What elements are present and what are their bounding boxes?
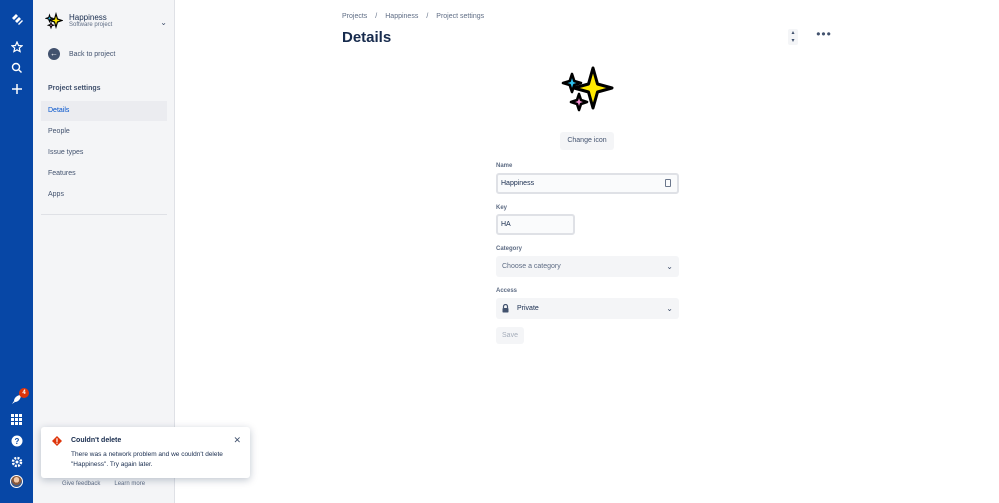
jira-logo-icon[interactable] <box>6 8 27 29</box>
help-icon[interactable]: ? <box>6 430 27 451</box>
category-select[interactable]: Choose a category ⌄ <box>496 256 679 277</box>
plus-icon[interactable] <box>6 78 27 99</box>
breadcrumb-projects[interactable]: Projects <box>342 13 367 20</box>
name-value: Happiness <box>501 180 535 187</box>
project-type: Software project <box>69 22 113 28</box>
sidebar-item-features[interactable]: Features <box>41 164 167 184</box>
breadcrumb-separator: / <box>375 13 378 20</box>
access-label: Access <box>496 288 518 294</box>
key-field[interactable]: HA <box>496 214 575 235</box>
page-title: Details <box>342 29 392 46</box>
project-switcher[interactable]: Happiness Software project ⌄ <box>45 12 167 34</box>
avatar[interactable] <box>10 475 23 488</box>
category-placeholder: Choose a category <box>502 263 561 270</box>
more-icon[interactable]: ••• <box>815 28 833 42</box>
sidebar-item-people[interactable]: People <box>41 122 167 142</box>
search-icon[interactable] <box>6 57 27 78</box>
sidebar-footer: Give feedback Learn more <box>62 481 145 487</box>
breadcrumb-separator: / <box>426 13 429 20</box>
chevron-down-icon: ⌄ <box>666 262 673 271</box>
project-name: Happiness <box>69 13 107 22</box>
star-icon[interactable] <box>6 36 27 57</box>
access-value: Private <box>517 305 539 312</box>
flag-message: There was a network problem and we could… <box>71 451 223 468</box>
clipboard-icon <box>665 179 671 187</box>
section-title: Project settings <box>48 85 101 92</box>
back-to-project-link[interactable]: ← Back to project <box>48 48 115 60</box>
sidebar-item-apps[interactable]: Apps <box>41 185 167 205</box>
access-select[interactable]: Private ⌄ <box>496 298 679 319</box>
notification-badge: 4 <box>19 388 29 398</box>
chevron-down-icon: ⌄ <box>666 304 673 313</box>
sparkle-icon <box>45 12 63 30</box>
svg-text:?: ? <box>14 437 19 446</box>
key-label: Key <box>496 205 508 211</box>
change-icon-button[interactable]: Change icon <box>560 132 614 150</box>
breadcrumb-settings[interactable]: Project settings <box>436 13 484 20</box>
save-button[interactable]: Save <box>496 327 524 344</box>
breadcrumb-project[interactable]: Happiness <box>385 13 418 20</box>
sparkle-icon <box>561 66 614 112</box>
breadcrumb: Projects / Happiness / Project settings <box>342 13 484 20</box>
arrow-left-icon: ← <box>48 48 60 60</box>
flag-title: Couldn't delete <box>71 437 122 444</box>
category-label: Category <box>496 246 523 252</box>
error-flag: Couldn't delete There was a network prob… <box>41 427 250 478</box>
global-nav: 4 ? <box>0 0 33 503</box>
gear-icon[interactable] <box>6 451 27 472</box>
error-icon <box>52 436 62 446</box>
sort-stepper-icon[interactable]: ▴ ▾ <box>788 29 798 45</box>
close-icon[interactable]: ✕ <box>233 435 241 446</box>
sidebar-divider <box>41 214 167 215</box>
sidebar-item-issue-types[interactable]: Issue types <box>41 143 167 163</box>
lock-icon <box>502 303 509 313</box>
apps-grid-icon[interactable] <box>6 409 27 430</box>
name-label: Name <box>496 163 513 169</box>
chevron-down-icon: ⌄ <box>160 18 167 27</box>
learn-more-link[interactable]: Learn more <box>114 481 145 487</box>
name-field[interactable]: Happiness <box>496 173 679 194</box>
give-feedback-link[interactable]: Give feedback <box>62 481 100 487</box>
key-value: HA <box>501 221 511 228</box>
back-label: Back to project <box>69 50 116 58</box>
sidebar-item-details[interactable]: Details <box>41 101 167 121</box>
